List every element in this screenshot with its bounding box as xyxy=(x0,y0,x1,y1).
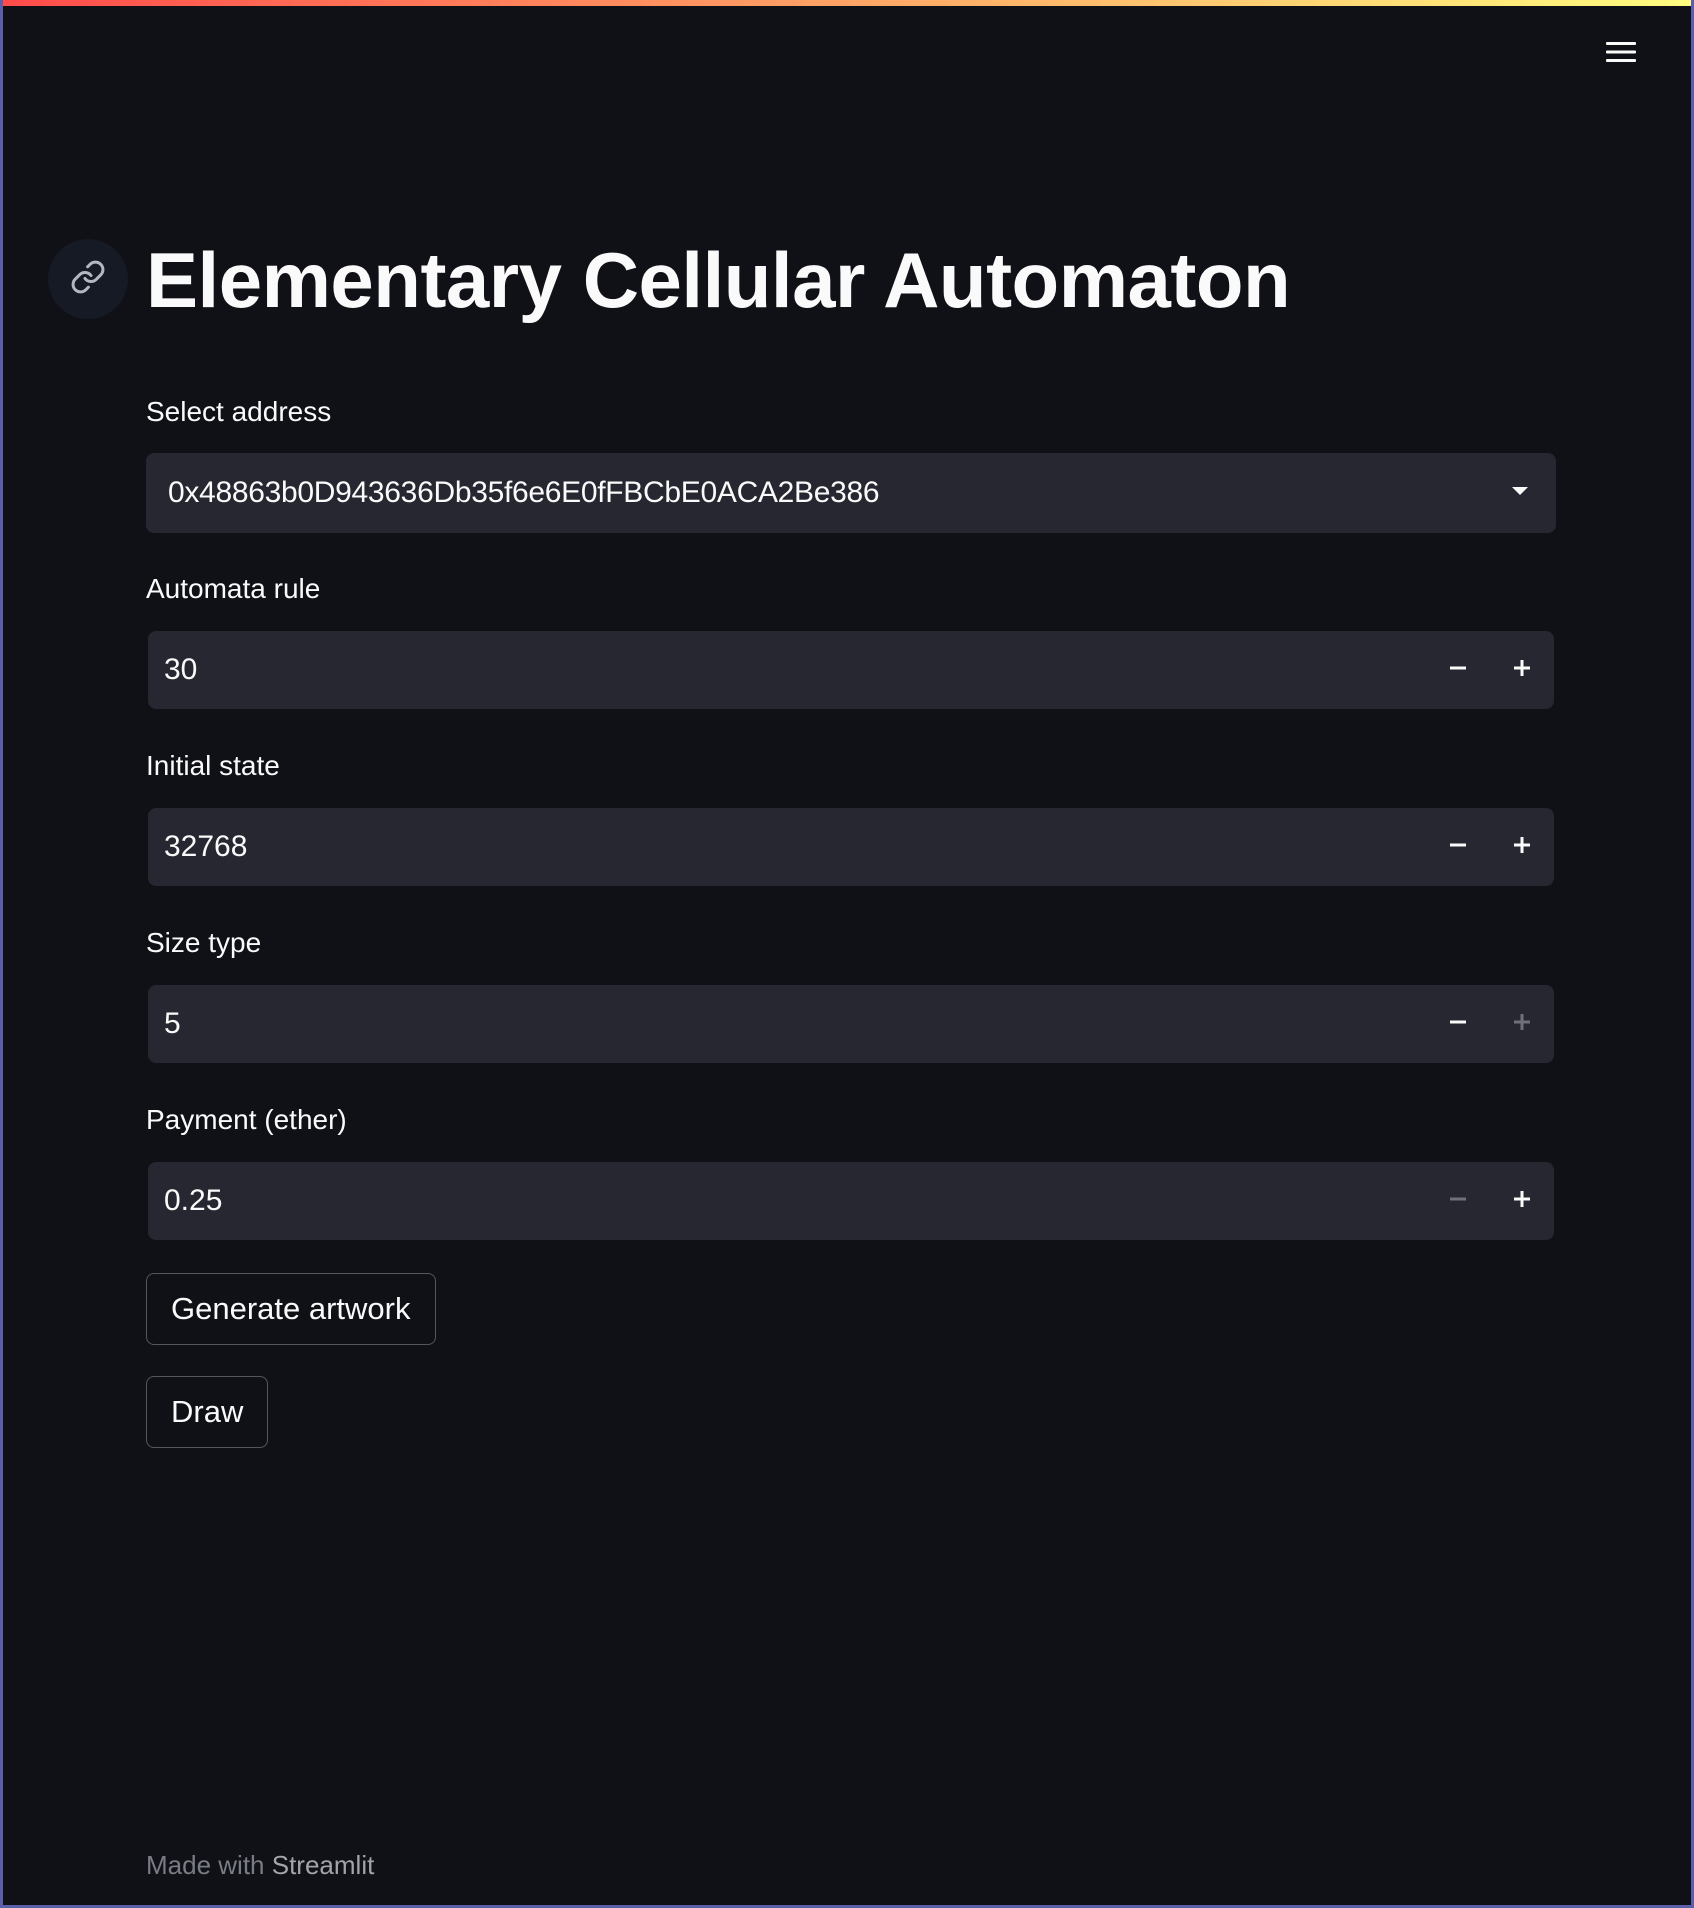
plus-icon xyxy=(1513,659,1531,682)
streamlit-link[interactable]: Streamlit xyxy=(272,1850,375,1880)
page-title: Elementary Cellular Automaton xyxy=(146,236,1291,324)
rule-label: Automata rule xyxy=(146,573,321,604)
header-decoration-bar xyxy=(3,0,1691,6)
size-type-label: Size type xyxy=(146,927,262,958)
size-type-decrement-button[interactable] xyxy=(1426,985,1490,1063)
payment-increment-button[interactable] xyxy=(1490,1162,1554,1240)
payment-decrement-button[interactable] xyxy=(1426,1162,1490,1240)
footer-prefix: Made with xyxy=(146,1850,265,1880)
initial-state-input[interactable] xyxy=(148,807,1426,887)
plus-icon xyxy=(1513,1190,1531,1213)
minus-icon xyxy=(1449,659,1467,682)
initial-state-label: Initial state xyxy=(146,750,280,781)
minus-icon xyxy=(1449,1190,1467,1213)
draw-button[interactable]: Draw xyxy=(146,1376,269,1448)
initial-state-increment-button[interactable] xyxy=(1490,808,1554,886)
payment-label: Payment (ether) xyxy=(146,1104,347,1135)
rule-input[interactable] xyxy=(148,630,1426,710)
initial-state-number-input xyxy=(148,807,1554,887)
initial-state-decrement-button[interactable] xyxy=(1426,808,1490,886)
app-window: Elementary Cellular Automaton Select add… xyxy=(0,0,1694,1908)
payment-number-input xyxy=(148,1161,1554,1241)
chevron-down-icon xyxy=(1510,484,1530,502)
minus-icon xyxy=(1449,836,1467,859)
size-type-input[interactable] xyxy=(148,984,1426,1064)
rule-number-input xyxy=(148,630,1554,710)
footer: Made with Streamlit xyxy=(146,1850,374,1881)
rule-decrement-button[interactable] xyxy=(1426,631,1490,709)
title-anchor-link[interactable] xyxy=(48,239,128,319)
address-label: Select address xyxy=(146,396,332,427)
rule-increment-button[interactable] xyxy=(1490,631,1554,709)
size-type-number-input xyxy=(148,984,1554,1064)
address-select[interactable]: 0x48863b0D943636Db35f6e6E0fFBCbE0ACA2Be3… xyxy=(146,453,1556,533)
size-type-increment-button[interactable] xyxy=(1490,985,1554,1063)
generate-artwork-button[interactable]: Generate artwork xyxy=(146,1273,436,1345)
plus-icon xyxy=(1513,1013,1531,1036)
plus-icon xyxy=(1513,836,1531,859)
link-icon xyxy=(70,259,106,300)
main-menu-button[interactable] xyxy=(1595,28,1647,76)
address-select-value: 0x48863b0D943636Db35f6e6E0fFBCbE0ACA2Be3… xyxy=(168,476,880,509)
payment-input[interactable] xyxy=(148,1161,1426,1241)
hamburger-menu-icon xyxy=(1605,40,1637,64)
minus-icon xyxy=(1449,1013,1467,1036)
